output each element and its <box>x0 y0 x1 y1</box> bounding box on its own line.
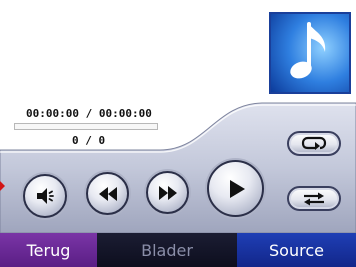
play-icon <box>229 179 245 198</box>
speaker-icon <box>37 188 54 204</box>
edge-marker <box>0 181 5 191</box>
fast-forward-icon <box>158 185 177 200</box>
fast-forward-button[interactable] <box>146 171 189 214</box>
browse-button[interactable]: Blader <box>97 233 237 267</box>
track-counter: 0 / 0 <box>72 134 106 147</box>
repeat-button[interactable] <box>287 131 341 156</box>
progress-bar[interactable] <box>14 123 158 130</box>
repeat-icon <box>301 136 327 150</box>
music-note-icon <box>290 22 326 79</box>
shuffle-button[interactable] <box>287 186 341 211</box>
bottom-nav: Terug Blader Source <box>0 233 356 267</box>
album-art <box>269 12 351 94</box>
shuffle-icon <box>304 192 324 205</box>
play-button[interactable] <box>207 160 264 217</box>
rewind-icon <box>98 186 117 201</box>
source-button[interactable]: Source <box>237 233 356 267</box>
rewind-button[interactable] <box>86 172 129 215</box>
media-player-screen: 00:00:00 / 00:00:00 0 / 0 Terug Blader S… <box>0 0 356 267</box>
back-button[interactable]: Terug <box>0 233 97 267</box>
volume-button[interactable] <box>23 174 67 218</box>
elapsed-total-time: 00:00:00 / 00:00:00 <box>26 107 152 120</box>
